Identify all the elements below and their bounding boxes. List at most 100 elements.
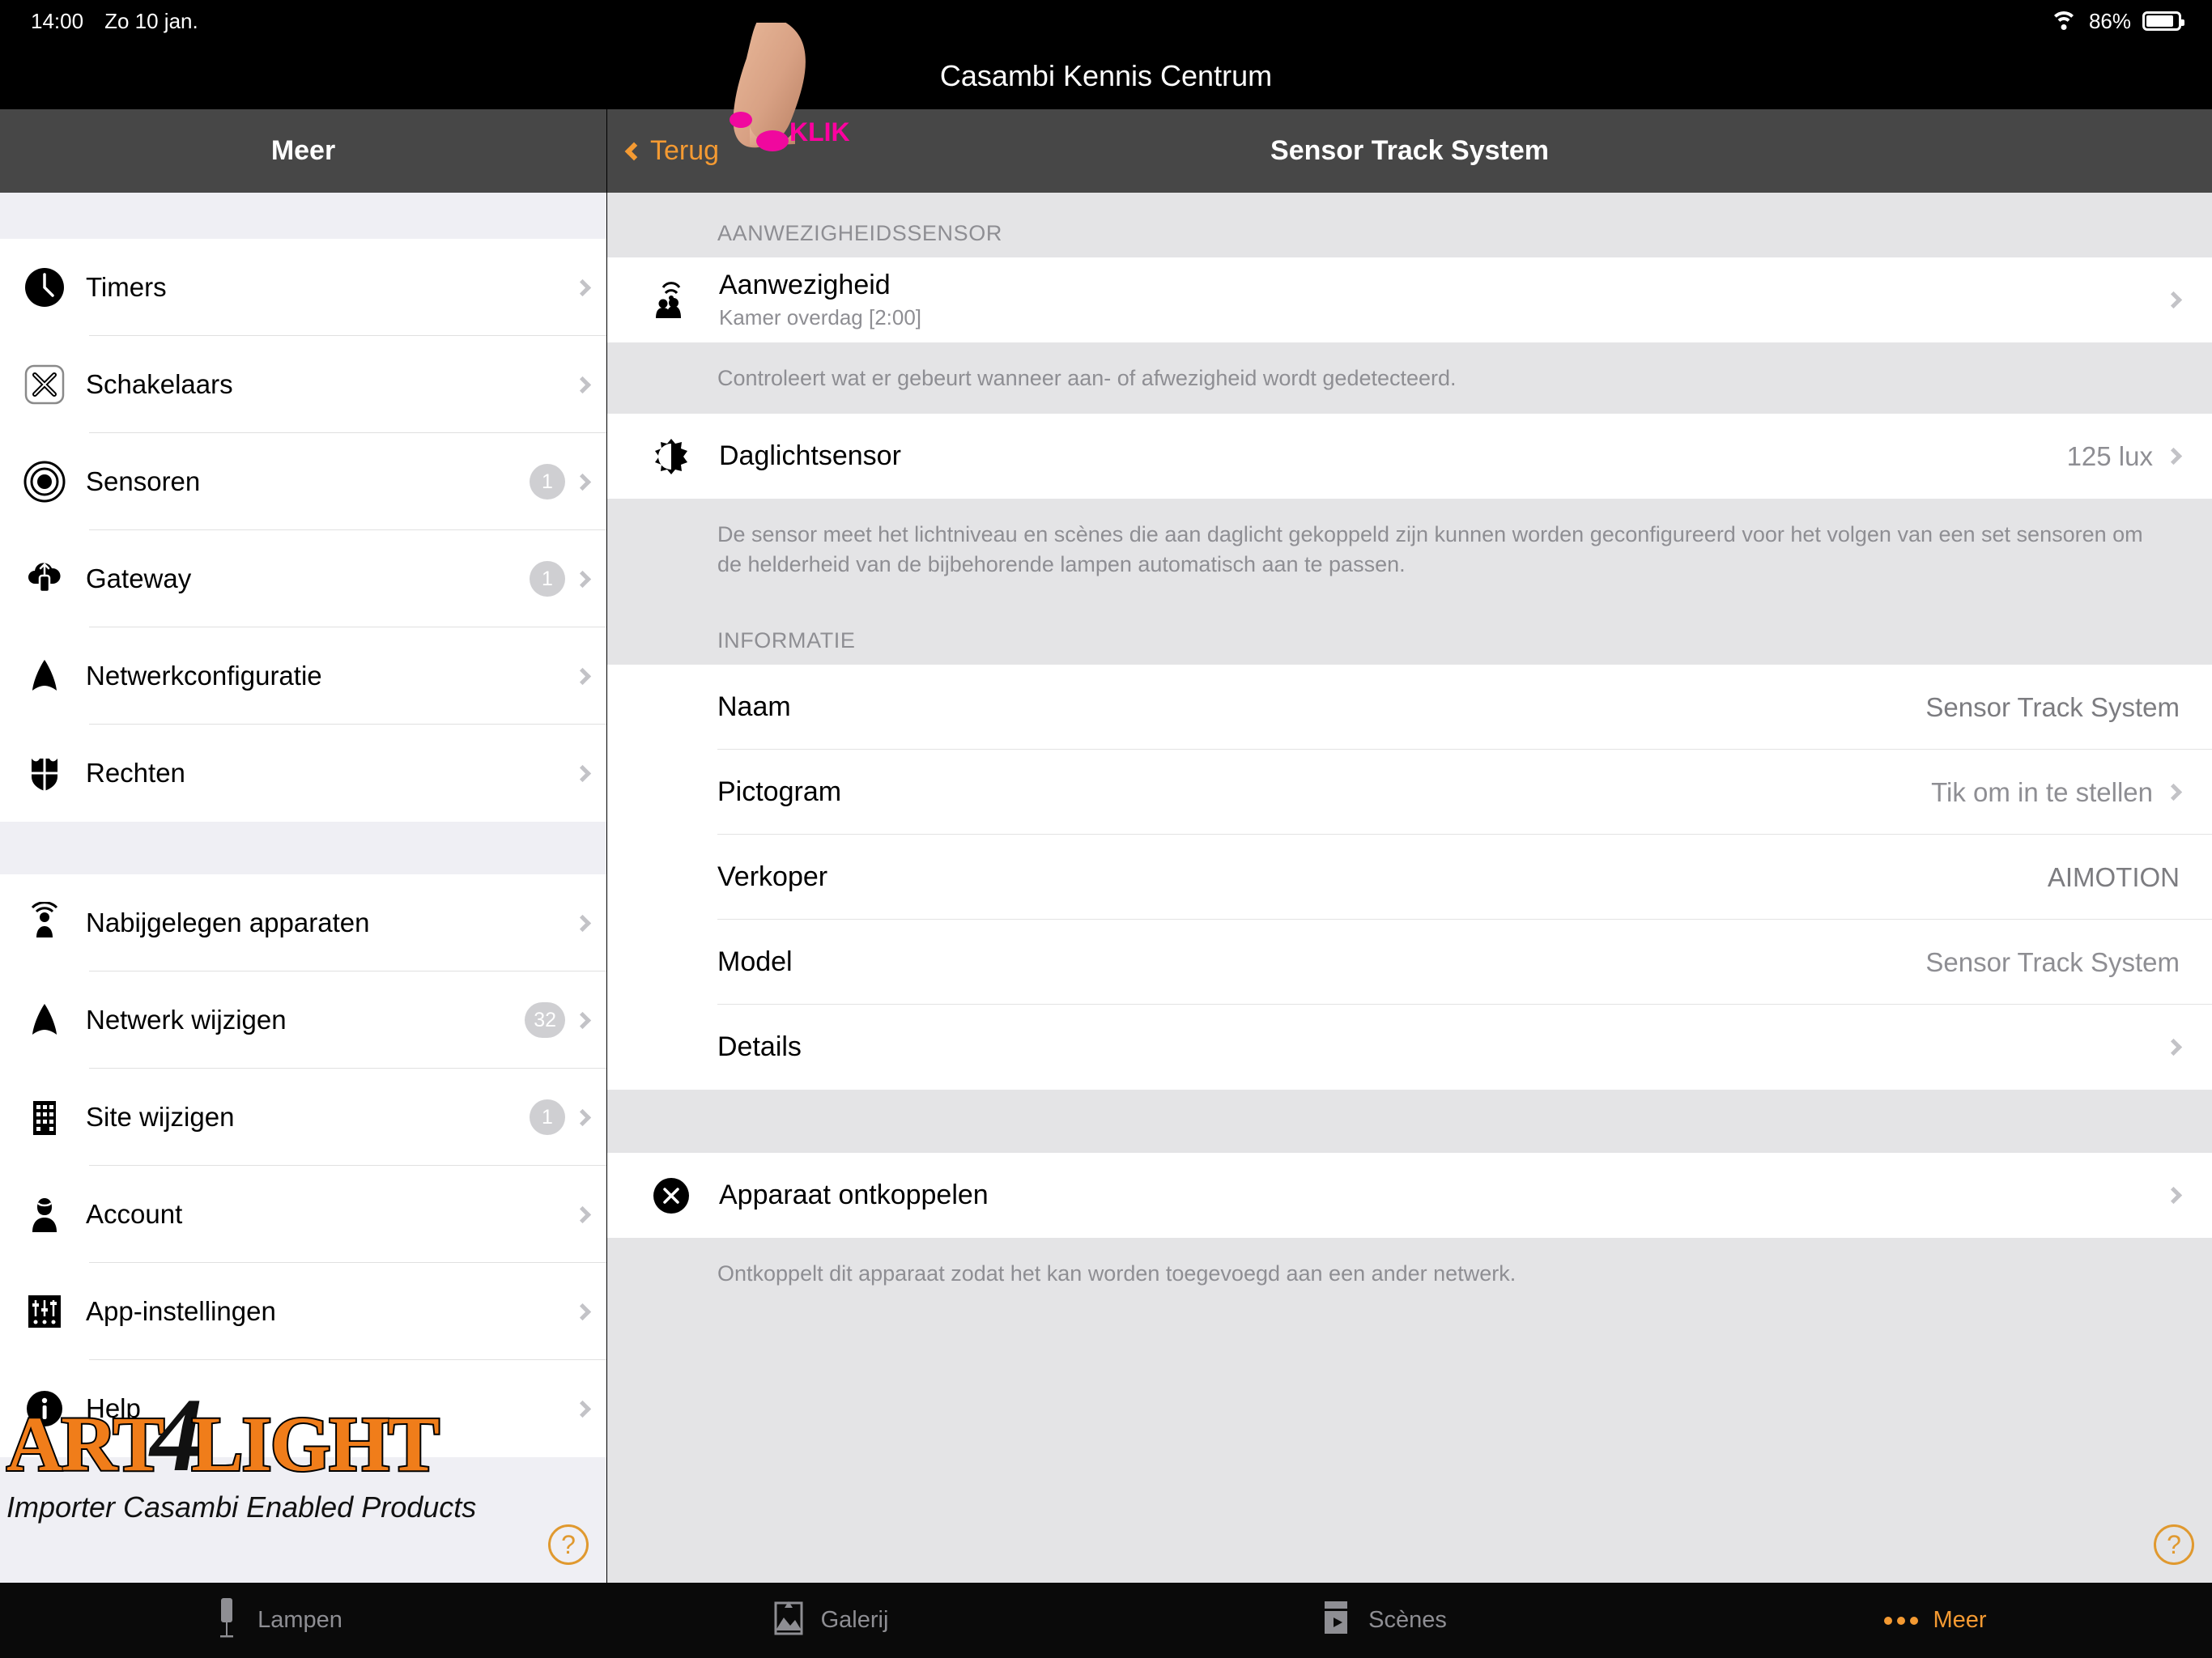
status-badge: 1 bbox=[530, 1099, 565, 1135]
chevron-right-icon bbox=[573, 570, 592, 588]
info-row-verkoper[interactable]: Verkoper AIMOTION bbox=[607, 835, 2212, 920]
section-header-informatie: INFORMATIE bbox=[607, 600, 2212, 665]
status-time: 14:00 bbox=[31, 8, 84, 33]
tab-meer[interactable]: Meer bbox=[1659, 1607, 2212, 1634]
sidebar-item-gateway[interactable]: Gateway 1 bbox=[0, 530, 606, 627]
status-date: Zo 10 jan. bbox=[104, 8, 198, 33]
chevron-right-icon bbox=[573, 1205, 592, 1223]
sidebar-item-netwerkconfiguratie[interactable]: Netwerkconfiguratie bbox=[0, 627, 606, 725]
section-spacer bbox=[607, 1090, 2212, 1154]
chevron-right-icon bbox=[573, 914, 592, 932]
chevron-right-icon bbox=[573, 667, 592, 685]
sidebar-item-sensoren[interactable]: Sensoren 1 bbox=[0, 433, 606, 530]
chevron-right-icon bbox=[573, 1011, 592, 1029]
presence-title: Aanwezigheid bbox=[719, 270, 891, 300]
sidebar-item-nabijgelegen-apparaten[interactable]: Nabijgelegen apparaten bbox=[0, 874, 606, 971]
sidebar-item-tail: 1 bbox=[530, 561, 606, 597]
status-bar-right: 86% bbox=[2049, 8, 2184, 34]
info-row-model[interactable]: Model Sensor Track System bbox=[607, 920, 2212, 1005]
tab-scenes[interactable]: Scènes bbox=[1106, 1598, 1659, 1643]
network-icon bbox=[19, 999, 70, 1041]
unpair-row[interactable]: Apparaat ontkoppelen bbox=[607, 1153, 2212, 1239]
help-button-detail[interactable]: ? bbox=[2154, 1524, 2194, 1565]
sidebar-item-label: App-instellingen bbox=[86, 1296, 276, 1326]
chevron-right-icon bbox=[2164, 448, 2183, 466]
chevron-left-icon bbox=[624, 142, 644, 160]
detail-panel: AANWEZIGHEIDSSENSOR Aanwezigheid Kamer o… bbox=[607, 193, 2212, 1583]
sidebar-item-netwerk-wijzigen[interactable]: Netwerk wijzigen 32 bbox=[0, 971, 606, 1069]
presence-subtitle: Kamer overdag [2:00] bbox=[719, 305, 922, 329]
info-card: Naam Sensor Track System Pictogram Tik o… bbox=[607, 665, 2212, 1090]
chevron-right-icon bbox=[2164, 291, 2183, 309]
daylight-note: De sensor meet het lichtniveau en scènes… bbox=[607, 499, 2212, 601]
sidebar-item-label: Netwerk wijzigen bbox=[86, 1005, 287, 1035]
sidebar-item-tail: 32 bbox=[525, 1002, 606, 1038]
daylight-value: 125 lux bbox=[2066, 440, 2153, 471]
presence-people-icon bbox=[648, 278, 695, 323]
presence-note: Controleert wat er gebeurt wanneer aan- … bbox=[607, 342, 2212, 414]
clock-icon bbox=[19, 266, 70, 308]
chevron-right-icon bbox=[2164, 784, 2183, 801]
presence-card: Aanwezigheid Kamer overdag [2:00] bbox=[607, 257, 2212, 342]
info-value: Tik om in te stellen bbox=[1931, 776, 2153, 807]
status-bar: 14:00 Zo 10 jan. 86% bbox=[0, 0, 2212, 42]
chevron-right-icon bbox=[2164, 1039, 2183, 1056]
info-icon bbox=[19, 1388, 70, 1430]
battery-percent: 86% bbox=[2088, 8, 2131, 33]
info-value: AIMOTION bbox=[2047, 861, 2180, 892]
scenes-icon bbox=[1318, 1598, 1354, 1643]
sidebar-item-app-instellingen[interactable]: App-instellingen bbox=[0, 1263, 606, 1360]
wifi-icon bbox=[2049, 11, 2078, 32]
daylight-row-text: Daglichtsensor bbox=[719, 440, 901, 472]
sidebar-item-site-wijzigen[interactable]: Site wijzigen 1 bbox=[0, 1069, 606, 1166]
sidebar-item-schakelaars[interactable]: Schakelaars bbox=[0, 336, 606, 433]
app-screen: 14:00 Zo 10 jan. 86% Casambi Kennis Cent… bbox=[0, 0, 2212, 1658]
chevron-right-icon bbox=[573, 1303, 592, 1320]
help-button[interactable]: ? bbox=[548, 1524, 589, 1565]
tab-label: Meer bbox=[1933, 1607, 1987, 1633]
daylight-row[interactable]: Daglichtsensor 125 lux bbox=[607, 414, 2212, 500]
info-row-tail: Tik om in te stellen bbox=[1931, 776, 2183, 808]
info-row-naam[interactable]: Naam Sensor Track System bbox=[607, 665, 2212, 750]
info-label: Verkoper bbox=[717, 861, 828, 893]
status-bar-left: 14:00 Zo 10 jan. bbox=[31, 9, 198, 34]
sidebar-item-tail bbox=[573, 278, 606, 296]
battery-icon bbox=[2142, 11, 2184, 31]
tab-galerij[interactable]: Galerij bbox=[553, 1598, 1106, 1643]
sidebar-item-account[interactable]: Account bbox=[0, 1166, 606, 1263]
info-row-details[interactable]: Details bbox=[607, 1005, 2212, 1090]
sidebar-item-label: Gateway bbox=[86, 563, 192, 593]
info-row-tail: AIMOTION bbox=[2048, 862, 2180, 893]
sidebar-item-label: Schakelaars bbox=[86, 369, 233, 399]
presence-row-tail bbox=[2164, 291, 2183, 309]
switch-icon bbox=[19, 363, 70, 406]
unpair-card: Apparaat ontkoppelen bbox=[607, 1153, 2212, 1239]
sidebar-nav-bar: Meer bbox=[0, 109, 606, 193]
info-row-tail: Sensor Track System bbox=[1925, 947, 2180, 978]
presence-row[interactable]: Aanwezigheid Kamer overdag [2:00] bbox=[607, 257, 2212, 342]
tab-lampen[interactable]: Lampen bbox=[0, 1596, 553, 1645]
daylight-card: Daglichtsensor 125 lux bbox=[607, 414, 2212, 500]
info-row-pictogram[interactable]: Pictogram Tik om in te stellen bbox=[607, 750, 2212, 835]
sidebar-nav-title: Meer bbox=[270, 135, 336, 166]
sidebar-item-label: Site wijzigen bbox=[86, 1102, 235, 1132]
back-button[interactable]: Terug bbox=[624, 109, 719, 193]
close-circle-icon bbox=[648, 1176, 695, 1215]
unpair-note: Ontkoppelt dit apparaat zodat het kan wo… bbox=[607, 1238, 2212, 1310]
sidebar-item-label: Help bbox=[86, 1393, 141, 1423]
info-label: Naam bbox=[717, 691, 791, 723]
unpair-row-text: Apparaat ontkoppelen bbox=[719, 1180, 989, 1211]
sidebar-item-tail bbox=[573, 667, 606, 685]
sidebar-item-label: Netwerkconfiguratie bbox=[86, 661, 322, 691]
sidebar-item-help[interactable]: Help bbox=[0, 1360, 606, 1457]
chevron-right-icon bbox=[573, 473, 592, 491]
section-header-presence: AANWEZIGHEIDSSENSOR bbox=[607, 193, 2212, 257]
sidebar-item-timers[interactable]: Timers bbox=[0, 239, 606, 336]
cloud-upload-icon bbox=[19, 558, 70, 600]
app-title-bar: Casambi Kennis Centrum bbox=[0, 42, 2212, 109]
broadcast-person-icon bbox=[19, 902, 70, 944]
chevron-right-icon bbox=[573, 1400, 592, 1418]
sidebar-item-label: Nabijgelegen apparaten bbox=[86, 908, 370, 937]
sidebar-item-rechten[interactable]: Rechten bbox=[0, 725, 606, 822]
sidebar-group-gap bbox=[0, 822, 606, 874]
